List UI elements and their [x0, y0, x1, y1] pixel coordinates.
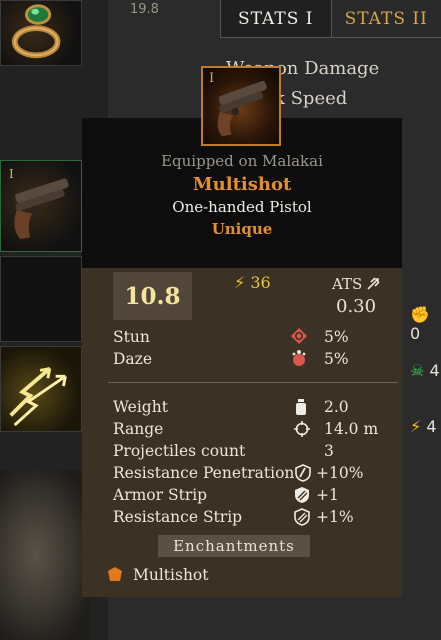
tab-stats-2[interactable]: STATS II — [330, 0, 441, 37]
background-rock — [0, 470, 90, 640]
pistol-icon — [217, 80, 267, 137]
stamina-cost: ⚡ 36 — [234, 273, 271, 292]
item-name: Multishot — [192, 174, 292, 195]
enchantment-name: Multishot — [133, 566, 209, 584]
divider — [108, 382, 398, 383]
resistance-strip-icon — [294, 508, 310, 530]
side-stat-bolt: ⚡ 4 — [410, 417, 441, 441]
fist-icon: ✊ — [410, 305, 430, 324]
effect-value-daze: 5% — [324, 350, 349, 368]
item-type: One-handed Pistol — [172, 198, 312, 216]
background-value: 19.8 — [130, 2, 159, 17]
bolt-icon: ⚡ — [410, 417, 422, 436]
attribute-label-projectiles: Projectiles count — [113, 442, 246, 460]
effect-value-stun: 5% — [324, 328, 349, 346]
side-stat-value: 0 — [410, 324, 421, 343]
armor-strip-icon — [294, 486, 310, 508]
range-crosshair-icon — [293, 420, 311, 442]
stun-icon — [290, 327, 308, 345]
stamina-cost-value: 36 — [250, 273, 271, 292]
tab-stats-1[interactable]: STATS I — [220, 0, 331, 37]
stats-tabs: STATS I STATS II — [220, 0, 441, 38]
skull-icon: ☠ — [410, 361, 425, 380]
damage-value: 10.8 — [113, 272, 192, 320]
equipped-on-label: Equipped on Malakai — [161, 152, 323, 170]
equipment-slot-skill[interactable] — [0, 346, 82, 432]
enchantment-item: Multishot — [107, 566, 209, 584]
equipment-slot-empty[interactable] — [0, 256, 82, 342]
effect-label-daze: Daze — [113, 350, 153, 368]
item-rarity: Unique — [211, 220, 273, 238]
ats-label-group: ATS — [332, 275, 381, 293]
ats-label: ATS — [332, 275, 363, 293]
attribute-value-resistance-strip: +1% — [316, 508, 354, 526]
attribute-label-resistance-penetration: Resistance Penetration — [113, 464, 295, 482]
lightning-arrows-icon — [9, 367, 67, 427]
attribute-label-weight: Weight — [113, 398, 168, 416]
attribute-value-weight: 2.0 — [324, 398, 349, 416]
item-tier-label: I — [209, 71, 215, 86]
attribute-value-armor-strip: +1 — [316, 486, 339, 504]
enchantment-hex-icon — [107, 566, 123, 582]
attack-speed-icon — [367, 277, 380, 290]
weight-icon — [294, 398, 308, 420]
equipment-slot-pistol[interactable]: I — [0, 160, 82, 252]
equipment-slot-ring[interactable] — [0, 0, 82, 66]
item-icon-frame: I — [201, 66, 281, 146]
side-stat-value: 4 — [429, 361, 440, 380]
side-stat-skull: ☠ 4 — [410, 361, 441, 385]
side-stat-fist: ✊ 0 — [410, 305, 441, 343]
ring-icon — [11, 4, 61, 59]
attribute-label-range: Range — [113, 420, 164, 438]
attribute-value-resistance-penetration: +10% — [316, 464, 364, 482]
effect-label-stun: Stun — [113, 328, 150, 346]
pistol-icon — [14, 178, 69, 240]
daze-icon — [290, 349, 308, 367]
attribute-label-resistance-strip: Resistance Strip — [113, 508, 243, 526]
enchantments-header: Enchantments — [158, 535, 310, 557]
side-stat-value: 4 — [426, 417, 437, 436]
attribute-value-range: 14.0 m — [324, 420, 379, 438]
resistance-penetration-icon — [295, 464, 311, 486]
attribute-value-projectiles: 3 — [324, 442, 334, 460]
attribute-label-armor-strip: Armor Strip — [113, 486, 208, 504]
ats-value: 0.30 — [336, 296, 377, 317]
stamina-bolt-icon: ⚡ — [234, 273, 246, 292]
